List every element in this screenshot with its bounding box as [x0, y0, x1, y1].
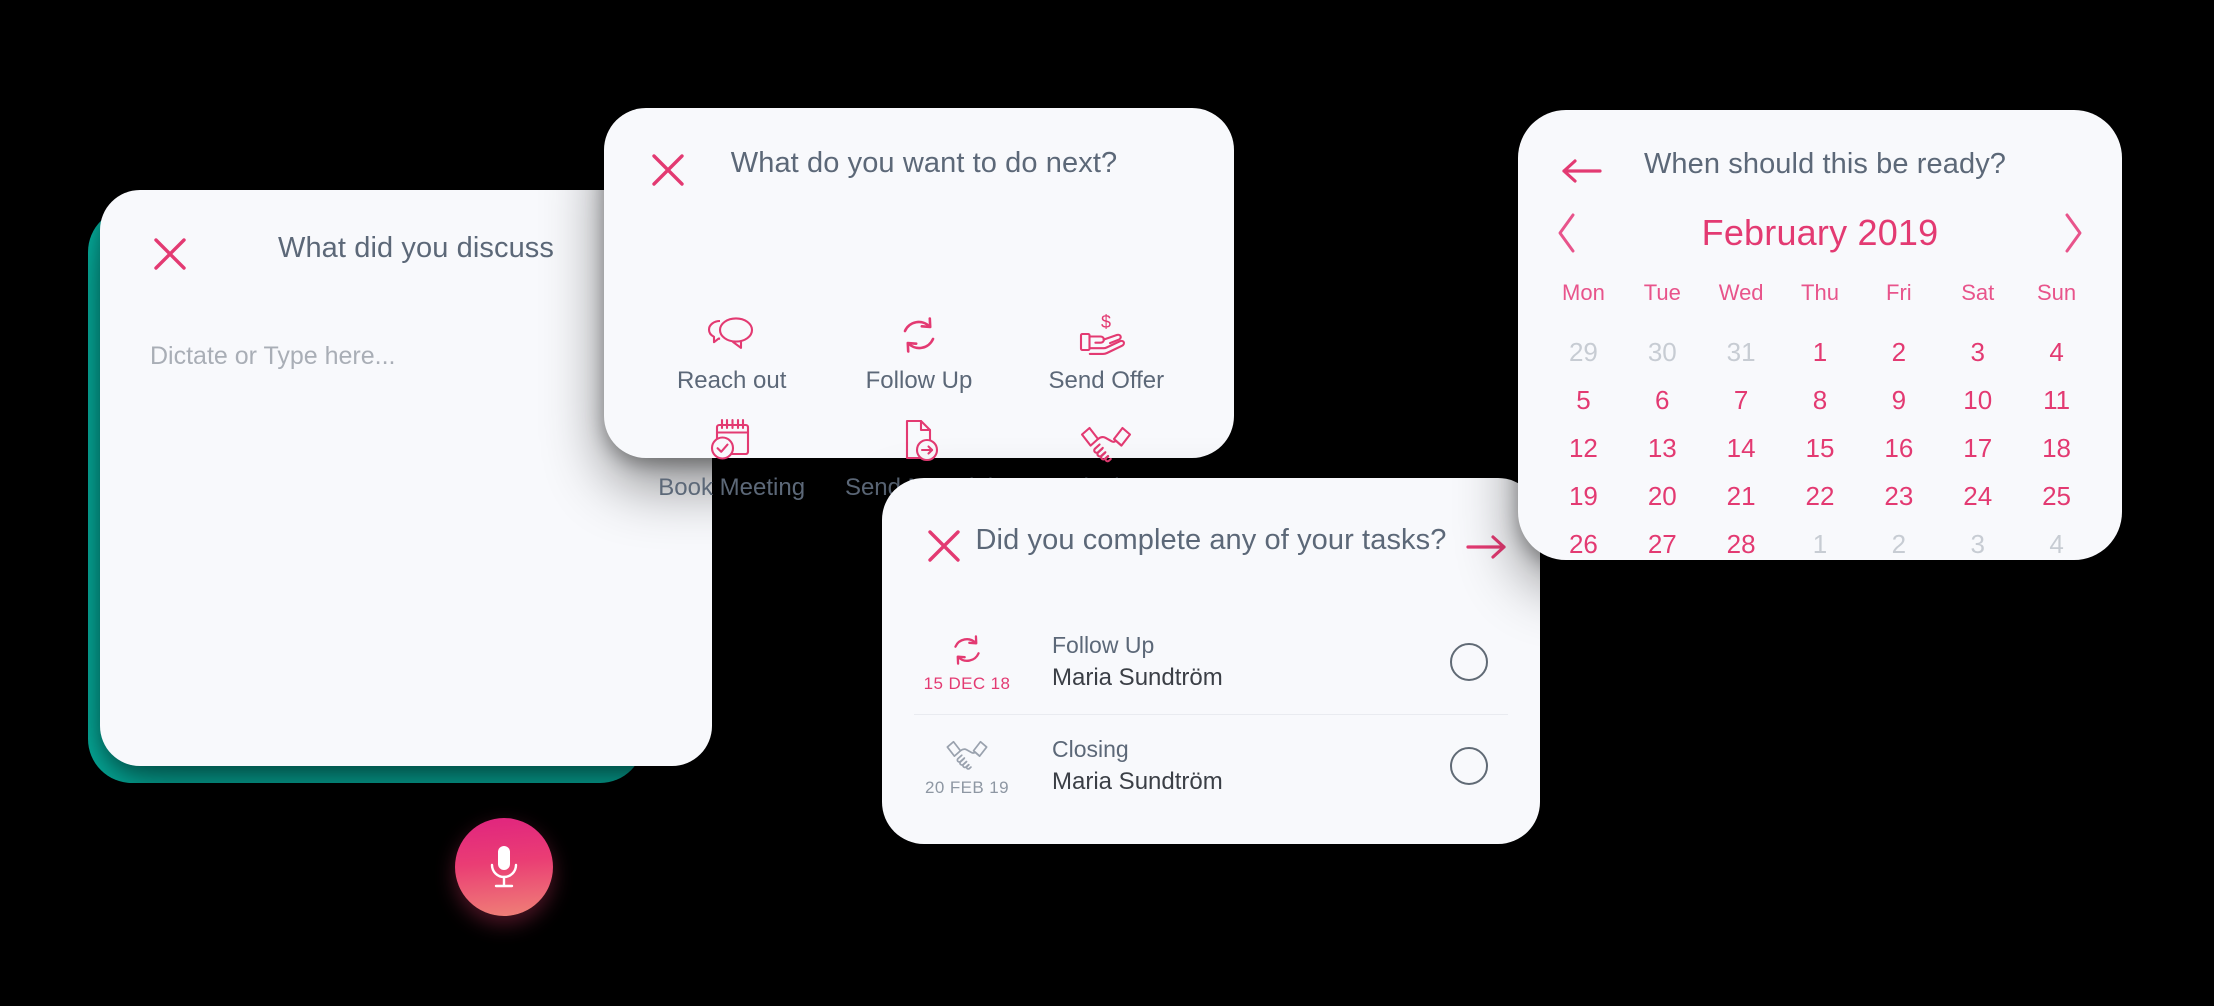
- action-book-meeting[interactable]: Book Meeting: [638, 415, 825, 502]
- action-grid: Reach out Follow Up $ Send Offer Book Me…: [638, 308, 1200, 502]
- task-checkbox[interactable]: [1450, 747, 1488, 785]
- calendar-grid: Mon Tue Wed Thu Fri Sat Sun 29 30 31 1 2 3 4 5 6 7 8 9 10 11…: [1544, 280, 2096, 568]
- calendar-day[interactable]: 8: [1781, 376, 1860, 424]
- calendar-day[interactable]: 25: [2017, 472, 2096, 520]
- hand-money-icon: $: [1077, 308, 1135, 358]
- action-label: Book Meeting: [658, 474, 806, 501]
- task-type: Closing: [1052, 736, 1129, 762]
- handshake-icon: [944, 734, 990, 774]
- calendar-day[interactable]: 7: [1702, 376, 1781, 424]
- calendar-day[interactable]: 29: [1544, 328, 1623, 376]
- task-person: Maria Sundtröm: [1052, 664, 1223, 691]
- refresh-cycle-icon: [896, 308, 942, 358]
- calendar-day[interactable]: 4: [2017, 520, 2096, 568]
- calendar-day[interactable]: 15: [1781, 424, 1860, 472]
- calendar-day[interactable]: 9: [1859, 376, 1938, 424]
- calendar-day[interactable]: 12: [1544, 424, 1623, 472]
- chevron-left-icon[interactable]: [1554, 211, 1580, 255]
- calendar-day[interactable]: 3: [1938, 328, 2017, 376]
- calendar-day[interactable]: 22: [1781, 472, 1860, 520]
- task-person: Maria Sundtröm: [1052, 768, 1223, 795]
- refresh-cycle-icon: [948, 630, 986, 670]
- dictate-input-placeholder[interactable]: Dictate or Type here...: [150, 342, 396, 371]
- calendar-day[interactable]: 21: [1702, 472, 1781, 520]
- task-type: Follow Up: [1052, 632, 1155, 658]
- calendar-day[interactable]: 28: [1702, 520, 1781, 568]
- calendar-day[interactable]: 6: [1623, 376, 1702, 424]
- calendar-weekday: Fri: [1886, 280, 1912, 305]
- speech-bubbles-icon: [707, 308, 757, 358]
- tasks-card: Did you complete any of your tasks? 15 D…: [882, 478, 1540, 844]
- calendar-day[interactable]: 3: [1938, 520, 2017, 568]
- action-label: Reach out: [676, 367, 787, 394]
- task-date: 15 DEC 18: [923, 674, 1011, 693]
- calendar-day[interactable]: 26: [1544, 520, 1623, 568]
- calendar-card-header: When should this be ready?: [1518, 148, 2122, 194]
- calendar-day[interactable]: 23: [1859, 472, 1938, 520]
- task-checkbox[interactable]: [1450, 643, 1488, 681]
- calendar-weekday: Mon: [1562, 280, 1605, 305]
- svg-text:$: $: [1101, 312, 1111, 332]
- calendar-card-title: When should this be ready?: [1643, 148, 2007, 180]
- next-action-card-title: What do you want to do next?: [730, 147, 1118, 179]
- action-send-offer[interactable]: $ Send Offer: [1013, 308, 1200, 395]
- calendar-day[interactable]: 2: [1859, 520, 1938, 568]
- task-meta: 20 FEB 19: [882, 734, 1052, 798]
- calendar-day[interactable]: 1: [1781, 520, 1860, 568]
- calendar-weekday: Sat: [1961, 280, 1995, 305]
- task-row[interactable]: 20 FEB 19 Closing Maria Sundtröm: [882, 714, 1540, 818]
- microphone-icon: [490, 846, 518, 888]
- calendar-weekday: Thu: [1801, 280, 1839, 305]
- calendar-day[interactable]: 27: [1623, 520, 1702, 568]
- calendar-month-label: February 2019: [1701, 212, 1939, 253]
- document-send-icon: [896, 415, 942, 465]
- calendar-day[interactable]: 1: [1781, 328, 1860, 376]
- calendar-day[interactable]: 17: [1938, 424, 2017, 472]
- calendar-day[interactable]: 4: [2017, 328, 2096, 376]
- chevron-right-icon[interactable]: [2060, 211, 2086, 255]
- calendar-day[interactable]: 19: [1544, 472, 1623, 520]
- action-label: Follow Up: [865, 367, 973, 394]
- task-info: Closing Maria Sundtröm: [1052, 736, 1450, 796]
- calendar-weekday: Sun: [2036, 280, 2077, 305]
- task-row[interactable]: 15 DEC 18 Follow Up Maria Sundtröm: [882, 610, 1540, 714]
- tasks-card-header: Did you complete any of your tasks?: [882, 522, 1540, 572]
- task-meta: 15 DEC 18: [882, 630, 1052, 694]
- action-label: Send Offer: [1048, 367, 1165, 394]
- calendar-weekday: Tue: [1643, 280, 1681, 305]
- calendar-weekday: Wed: [1718, 280, 1764, 305]
- calendar-day[interactable]: 11: [2017, 376, 2096, 424]
- screen: What did you discuss Dictate or Type her…: [0, 0, 2214, 1006]
- calendar-day[interactable]: 24: [1938, 472, 2017, 520]
- calendar-day[interactable]: 31: [1702, 328, 1781, 376]
- task-list: 15 DEC 18 Follow Up Maria Sundtröm 20 FE…: [882, 610, 1540, 818]
- calendar-day[interactable]: 2: [1859, 328, 1938, 376]
- tasks-card-title: Did you complete any of your tasks?: [975, 524, 1447, 556]
- microphone-button[interactable]: [455, 818, 553, 916]
- calendar-month-nav: February 2019: [1554, 198, 2086, 268]
- next-action-card-header: What do you want to do next?: [604, 146, 1234, 196]
- calendar-day[interactable]: 20: [1623, 472, 1702, 520]
- calendar-day[interactable]: 16: [1859, 424, 1938, 472]
- action-follow-up[interactable]: Follow Up: [825, 308, 1012, 395]
- calendar-day[interactable]: 5: [1544, 376, 1623, 424]
- calendar-day[interactable]: 18: [2017, 424, 2096, 472]
- action-reach-out[interactable]: Reach out: [638, 308, 825, 395]
- calendar-check-icon: [707, 415, 757, 465]
- handshake-icon: [1078, 415, 1134, 465]
- next-action-card: What do you want to do next? Reach out F…: [604, 108, 1234, 501]
- task-date: 20 FEB 19: [925, 778, 1009, 797]
- calendar-card: When should this be ready? February 2019…: [1518, 110, 2122, 560]
- calendar-day[interactable]: 13: [1623, 424, 1702, 472]
- calendar-day[interactable]: 30: [1623, 328, 1702, 376]
- calendar-day[interactable]: 14: [1702, 424, 1781, 472]
- arrow-right-icon[interactable]: [1464, 530, 1510, 564]
- calendar-day[interactable]: 10: [1938, 376, 2017, 424]
- task-info: Follow Up Maria Sundtröm: [1052, 632, 1450, 692]
